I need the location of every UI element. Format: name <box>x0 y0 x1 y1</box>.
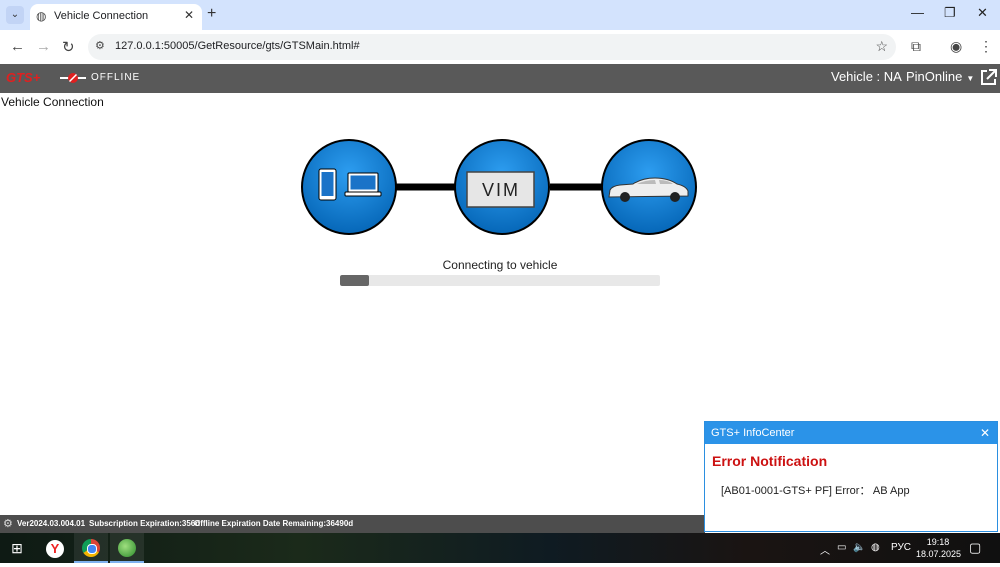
forward-icon[interactable]: → <box>36 38 51 55</box>
url-text[interactable]: 127.0.0.1:50005/GetResource/gts/GTSMain.… <box>115 40 360 52</box>
minimize-icon[interactable]: — <box>911 5 924 20</box>
window-close-icon[interactable]: ✕ <box>977 5 988 21</box>
page-title: Vehicle Connection <box>1 95 104 109</box>
infocenter-notification: GTS+ InfoCenter ✕ Error Notification [AB… <box>704 421 998 532</box>
volume-icon[interactable]: 🔈 <box>853 542 865 553</box>
device-circle <box>301 139 397 235</box>
vim-circle: VIM <box>454 139 550 235</box>
show-hidden-icons-icon[interactable]: ︿ <box>820 542 830 557</box>
extensions-icon[interactable]: ⧉ <box>911 38 921 55</box>
gts-logo: GTS+ <box>6 70 41 85</box>
subscription-text: Subscription Expiration:356d <box>89 519 201 528</box>
notification-message: [AB01-0001-GTS+ PF] Error： AB App <box>721 485 910 497</box>
notification-header: GTS+ InfoCenter ✕ <box>705 422 997 444</box>
app-header: GTS+ OFFLINE Vehicle : NA PinOnline ▼ <box>0 64 1000 93</box>
progress-fill <box>340 275 369 286</box>
back-icon[interactable]: ← <box>10 38 25 55</box>
offline-expiration-text: Offline Expiration Date Remaining:36490d <box>194 519 354 528</box>
notification-title: Error Notification <box>712 453 828 469</box>
connection-progress-bar <box>340 275 660 286</box>
offline-status: OFFLINE <box>91 72 141 83</box>
gts-app-icon[interactable] <box>110 533 144 563</box>
yandex-browser-icon[interactable]: Y <box>38 533 72 563</box>
connecting-status: Connecting to vehicle <box>442 258 558 272</box>
bookmark-star-icon[interactable]: ☆ <box>875 38 888 55</box>
connection-diagram: VIM <box>301 139 697 235</box>
settings-gear-icon[interactable]: ⚙ <box>3 517 13 530</box>
browser-tab[interactable]: ◍ Vehicle Connection ✕ <box>30 4 202 30</box>
new-tab-icon[interactable]: + <box>207 5 216 23</box>
external-link-icon[interactable] <box>980 69 997 86</box>
tab-search-icon[interactable]: ⌄ <box>6 6 24 24</box>
vehicle-status: Vehicle : NA <box>831 69 902 84</box>
chrome-icon[interactable] <box>74 533 108 563</box>
battery-icon[interactable]: ▭ <box>837 542 846 553</box>
site-info-icon[interactable]: ⚙ <box>95 39 105 52</box>
network-globe-icon[interactable]: ◍ <box>871 542 880 553</box>
tab-close-icon[interactable]: ✕ <box>184 8 194 22</box>
caret-down-icon: ▼ <box>966 74 975 83</box>
clock-time: 19:18 <box>926 537 950 547</box>
browser-toolbar: ← → ↻ ⚙ 127.0.0.1:50005/GetResource/gts/… <box>0 30 1000 64</box>
pin-online-label: PinOnline <box>906 69 963 84</box>
vim-label: VIM <box>482 180 520 200</box>
clock-date: 18.07.2025 <box>916 549 962 559</box>
pin-online-menu[interactable]: PinOnline ▼ <box>906 69 974 84</box>
globe-icon: ◍ <box>36 9 47 23</box>
taskbar-clock[interactable]: 19:18 18.07.2025 <box>916 536 962 560</box>
menu-kebab-icon[interactable]: ⋮ <box>979 38 993 55</box>
notification-close-icon[interactable]: ✕ <box>980 426 990 440</box>
notifications-icon[interactable]: ▢ <box>969 540 981 556</box>
vehicle-circle <box>601 139 697 235</box>
notification-header-title: GTS+ InfoCenter <box>711 427 795 439</box>
tab-title: Vehicle Connection <box>54 10 149 22</box>
reload-icon[interactable]: ↻ <box>62 38 75 56</box>
version-text: Ver2024.03.004.01 <box>17 519 86 528</box>
profile-icon[interactable]: ◉ <box>950 38 962 55</box>
language-indicator[interactable]: РУС <box>891 542 911 553</box>
windows-taskbar: ⊞ Y ︿ ▭ 🔈 ◍ РУС 19:18 18.07.2025 ▢ <box>0 533 1000 563</box>
windows-start-icon[interactable]: ⊞ <box>0 533 34 563</box>
browser-tab-strip: ⌄ ◍ Vehicle Connection ✕ + — ❐ ✕ <box>0 0 1000 30</box>
restore-icon[interactable]: ❐ <box>944 5 956 21</box>
app-status-bar: ⚙ Ver2024.03.004.01 Subscription Expirat… <box>0 515 705 533</box>
offline-plug-icon <box>60 73 86 83</box>
address-bar[interactable]: ⚙ 127.0.0.1:50005/GetResource/gts/GTSMai… <box>88 34 896 60</box>
